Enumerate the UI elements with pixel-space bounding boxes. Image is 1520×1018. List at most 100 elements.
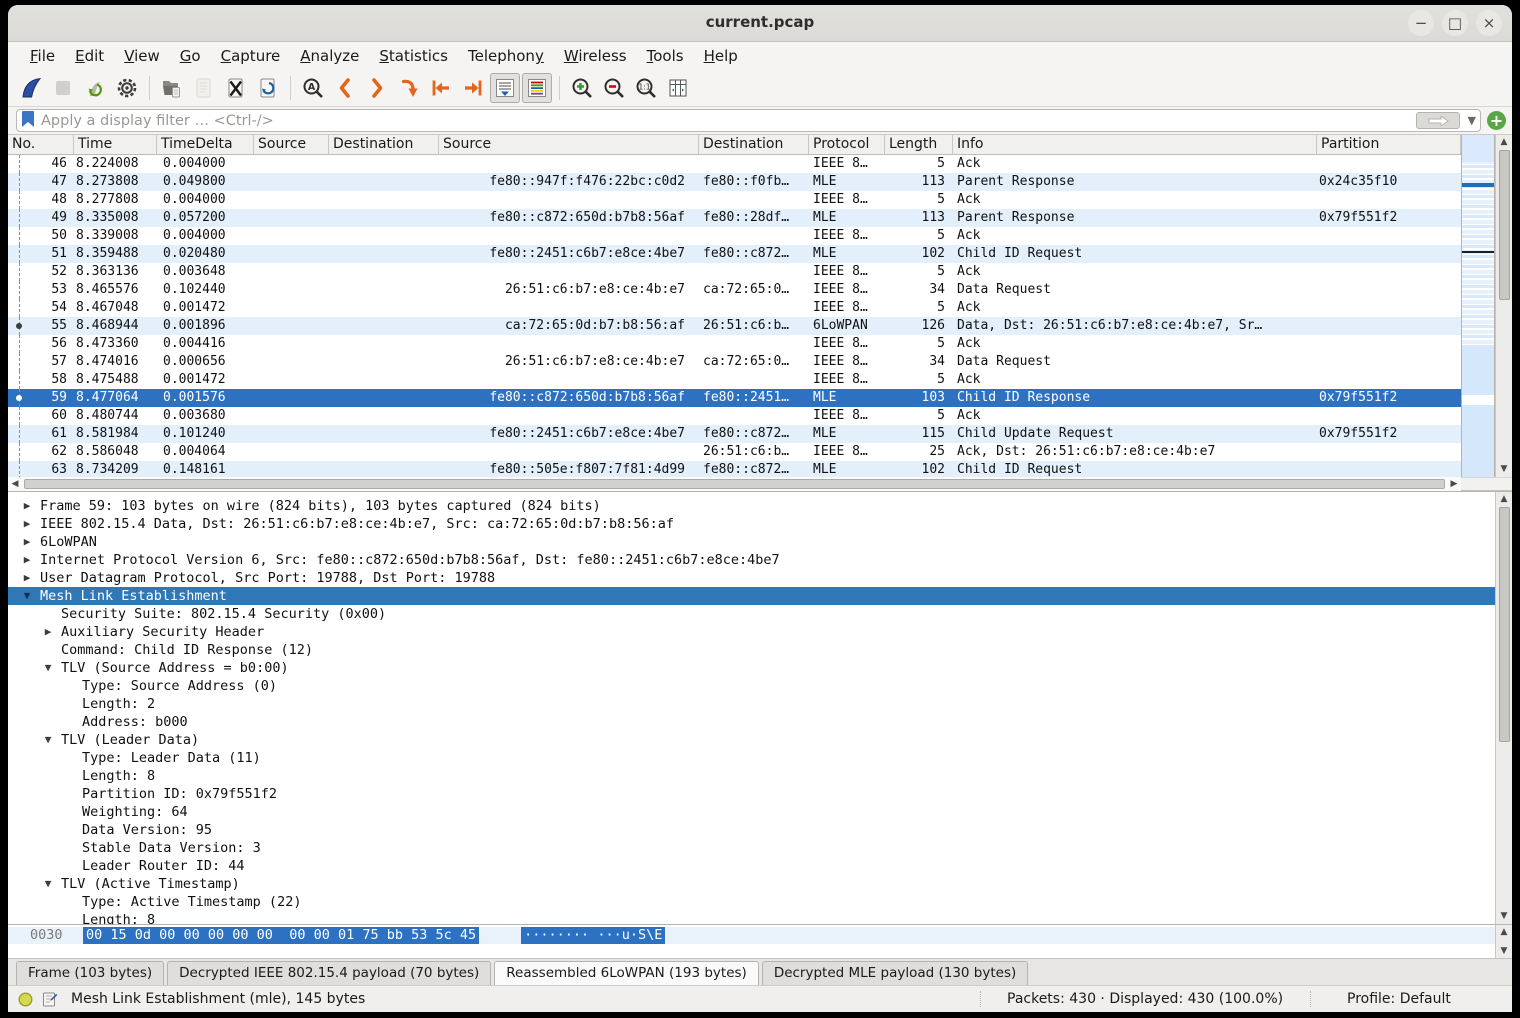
detail-line[interactable]: Type: Leader Data (11) bbox=[8, 749, 1495, 767]
apply-filter-button[interactable] bbox=[1416, 112, 1460, 129]
packet-row[interactable]: 638.7342090.148161fe80::505e:f807:7f81:4… bbox=[8, 461, 1461, 477]
zoom-original-icon[interactable]: 1:1 bbox=[631, 73, 661, 103]
maximize-button[interactable]: □ bbox=[1442, 10, 1468, 36]
byte-tab-3[interactable]: Decrypted MLE payload (130 bytes) bbox=[762, 961, 1028, 985]
column-header-source[interactable]: Source bbox=[439, 135, 699, 154]
collapse-arrow-icon[interactable]: ▼ bbox=[41, 659, 55, 677]
auto-scroll-icon[interactable] bbox=[490, 73, 520, 103]
menu-view[interactable]: View bbox=[114, 44, 170, 68]
packet-row-selected[interactable]: 598.4770640.001576fe80::c872:650d:b7b8:5… bbox=[8, 389, 1461, 407]
colorize-packets-icon[interactable] bbox=[522, 73, 552, 103]
previous-packet-icon[interactable] bbox=[330, 73, 360, 103]
detail-line[interactable]: ▼TLV (Leader Data) bbox=[8, 731, 1495, 749]
close-file-icon[interactable] bbox=[221, 73, 251, 103]
capture-options-icon[interactable] bbox=[112, 73, 142, 103]
detail-line[interactable]: ▶Frame 59: 103 bytes on wire (824 bits),… bbox=[8, 497, 1495, 515]
packet-list-hscrollbar[interactable]: ◀ ▶ bbox=[8, 477, 1512, 491]
last-packet-icon[interactable] bbox=[458, 73, 488, 103]
detail-line[interactable]: ▼TLV (Source Address = b0:00) bbox=[8, 659, 1495, 677]
packet-row[interactable]: 488.2778080.004000IEEE 8…5Ack bbox=[8, 191, 1461, 209]
packet-row[interactable]: 558.4689440.001896ca:72:65:0d:b7:b8:56:a… bbox=[8, 317, 1461, 335]
resize-columns-icon[interactable] bbox=[663, 73, 693, 103]
packet-row[interactable]: 478.2738080.049800fe80::947f:f476:22bc:c… bbox=[8, 173, 1461, 191]
expand-arrow-icon[interactable]: ▶ bbox=[20, 551, 34, 569]
byte-tab-0[interactable]: Frame (103 bytes) bbox=[16, 961, 164, 985]
goto-packet-icon[interactable] bbox=[394, 73, 424, 103]
open-file-icon[interactable] bbox=[157, 73, 187, 103]
packet-row[interactable]: 618.5819840.101240fe80::2451:c6b7:e8ce:4… bbox=[8, 425, 1461, 443]
packet-row[interactable]: 568.4733600.004416IEEE 8…5Ack bbox=[8, 335, 1461, 353]
add-filter-button[interactable]: + bbox=[1487, 111, 1506, 130]
packet-row[interactable]: 588.4754880.001472IEEE 8…5Ack bbox=[8, 371, 1461, 389]
expand-arrow-icon[interactable]: ▶ bbox=[20, 569, 34, 587]
packet-bytes-scrollbar[interactable]: ▲ ▼ bbox=[1495, 925, 1512, 959]
packet-row[interactable]: 538.4655760.10244026:51:c6:b7:e8:ce:4b:e… bbox=[8, 281, 1461, 299]
column-header-protocol[interactable]: Protocol bbox=[809, 135, 885, 154]
column-header-time[interactable]: Time bbox=[74, 135, 157, 154]
scrollbar-thumb[interactable] bbox=[1499, 150, 1510, 300]
column-header-destination[interactable]: Destination bbox=[699, 135, 809, 154]
packet-detail-scrollbar[interactable]: ▲ ▼ bbox=[1495, 492, 1512, 924]
menu-wireless[interactable]: Wireless bbox=[554, 44, 637, 68]
scroll-up-arrow[interactable]: ▲ bbox=[1496, 492, 1512, 507]
column-header-no-[interactable]: No. bbox=[8, 135, 74, 154]
reload-file-icon[interactable] bbox=[253, 73, 283, 103]
detail-line[interactable]: Length: 2 bbox=[8, 695, 1495, 713]
detail-line[interactable]: Command: Child ID Response (12) bbox=[8, 641, 1495, 659]
collapse-arrow-icon[interactable]: ▼ bbox=[41, 875, 55, 893]
scroll-left-arrow[interactable]: ◀ bbox=[8, 479, 22, 489]
expand-arrow-icon[interactable]: ▶ bbox=[41, 623, 55, 641]
filter-dropdown-caret[interactable]: ▼ bbox=[1468, 114, 1476, 127]
menu-go[interactable]: Go bbox=[170, 44, 211, 68]
status-profile[interactable]: Profile: Default bbox=[1310, 991, 1500, 1007]
titlebar[interactable]: current.pcap − □ × bbox=[8, 5, 1512, 42]
scrollbar-thumb[interactable] bbox=[1499, 507, 1510, 742]
display-filter-box[interactable]: ▼ bbox=[16, 109, 1481, 132]
collapse-arrow-icon[interactable]: ▼ bbox=[41, 731, 55, 749]
detail-line[interactable]: Address: b000 bbox=[8, 713, 1495, 731]
hscrollbar-thumb[interactable] bbox=[24, 479, 1445, 489]
detail-line[interactable]: Leader Router ID: 44 bbox=[8, 857, 1495, 875]
hex-bytes-selected[interactable]: 00 15 0d 00 00 00 00 00 00 00 01 75 bb 5… bbox=[83, 927, 479, 944]
wireshark-start-icon[interactable] bbox=[16, 73, 46, 103]
menu-file[interactable]: File bbox=[20, 44, 65, 68]
packet-row[interactable]: 518.3594880.020480fe80::2451:c6b7:e8ce:4… bbox=[8, 245, 1461, 263]
detail-line[interactable]: Data Version: 95 bbox=[8, 821, 1495, 839]
hex-dump-row[interactable]: 0030 00 15 0d 00 00 00 00 00 00 00 01 75… bbox=[8, 927, 1495, 944]
scroll-up-arrow[interactable]: ▲ bbox=[1496, 925, 1512, 940]
first-packet-icon[interactable] bbox=[426, 73, 456, 103]
packet-bytes-pane[interactable]: 0030 00 15 0d 00 00 00 00 00 00 00 01 75… bbox=[8, 925, 1495, 958]
expand-arrow-icon[interactable]: ▶ bbox=[20, 515, 34, 533]
detail-line[interactable]: ▶6LoWPAN bbox=[8, 533, 1495, 551]
display-filter-input[interactable] bbox=[41, 113, 1410, 129]
detail-line[interactable]: Length: 8 bbox=[8, 767, 1495, 785]
hex-ascii-selected[interactable]: ········ ···u·S\E bbox=[521, 927, 665, 944]
detail-line[interactable]: ▶IEEE 802.15.4 Data, Dst: 26:51:c6:b7:e8… bbox=[8, 515, 1495, 533]
detail-line[interactable]: Stable Data Version: 3 bbox=[8, 839, 1495, 857]
scroll-right-arrow[interactable]: ▶ bbox=[1447, 479, 1461, 489]
menu-telephony[interactable]: Telephony bbox=[458, 44, 554, 68]
column-header-source[interactable]: Source bbox=[254, 135, 329, 154]
detail-line[interactable]: Type: Source Address (0) bbox=[8, 677, 1495, 695]
packet-list-minimap[interactable] bbox=[1461, 135, 1495, 477]
next-packet-icon[interactable] bbox=[362, 73, 392, 103]
menu-analyze[interactable]: Analyze bbox=[290, 44, 369, 68]
detail-line-selected[interactable]: ▼Mesh Link Establishment bbox=[8, 587, 1495, 605]
scroll-down-arrow[interactable]: ▼ bbox=[1496, 944, 1512, 959]
packet-row[interactable]: 628.5860480.00406426:51:c6:b…IEEE 8…25Ac… bbox=[8, 443, 1461, 461]
detail-line[interactable]: Security Suite: 802.15.4 Security (0x00) bbox=[8, 605, 1495, 623]
packet-row[interactable]: 528.3631360.003648IEEE 8…5Ack bbox=[8, 263, 1461, 281]
column-header-info[interactable]: Info bbox=[953, 135, 1317, 154]
minimize-button[interactable]: − bbox=[1408, 10, 1434, 36]
detail-line[interactable]: ▶Internet Protocol Version 6, Src: fe80:… bbox=[8, 551, 1495, 569]
collapse-arrow-icon[interactable]: ▼ bbox=[20, 587, 34, 605]
menu-help[interactable]: Help bbox=[694, 44, 748, 68]
menu-capture[interactable]: Capture bbox=[211, 44, 291, 68]
expand-arrow-icon[interactable]: ▶ bbox=[20, 497, 34, 515]
restart-capture-icon[interactable] bbox=[80, 73, 110, 103]
packet-row[interactable]: 498.3350080.057200fe80::c872:650d:b7b8:5… bbox=[8, 209, 1461, 227]
packet-list-header[interactable]: No.TimeTimeDeltaSourceDestinationSourceD… bbox=[8, 135, 1461, 155]
detail-line[interactable]: ▼TLV (Active Timestamp) bbox=[8, 875, 1495, 893]
byte-tab-1[interactable]: Decrypted IEEE 802.15.4 payload (70 byte… bbox=[167, 961, 491, 985]
zoom-out-icon[interactable] bbox=[599, 73, 629, 103]
